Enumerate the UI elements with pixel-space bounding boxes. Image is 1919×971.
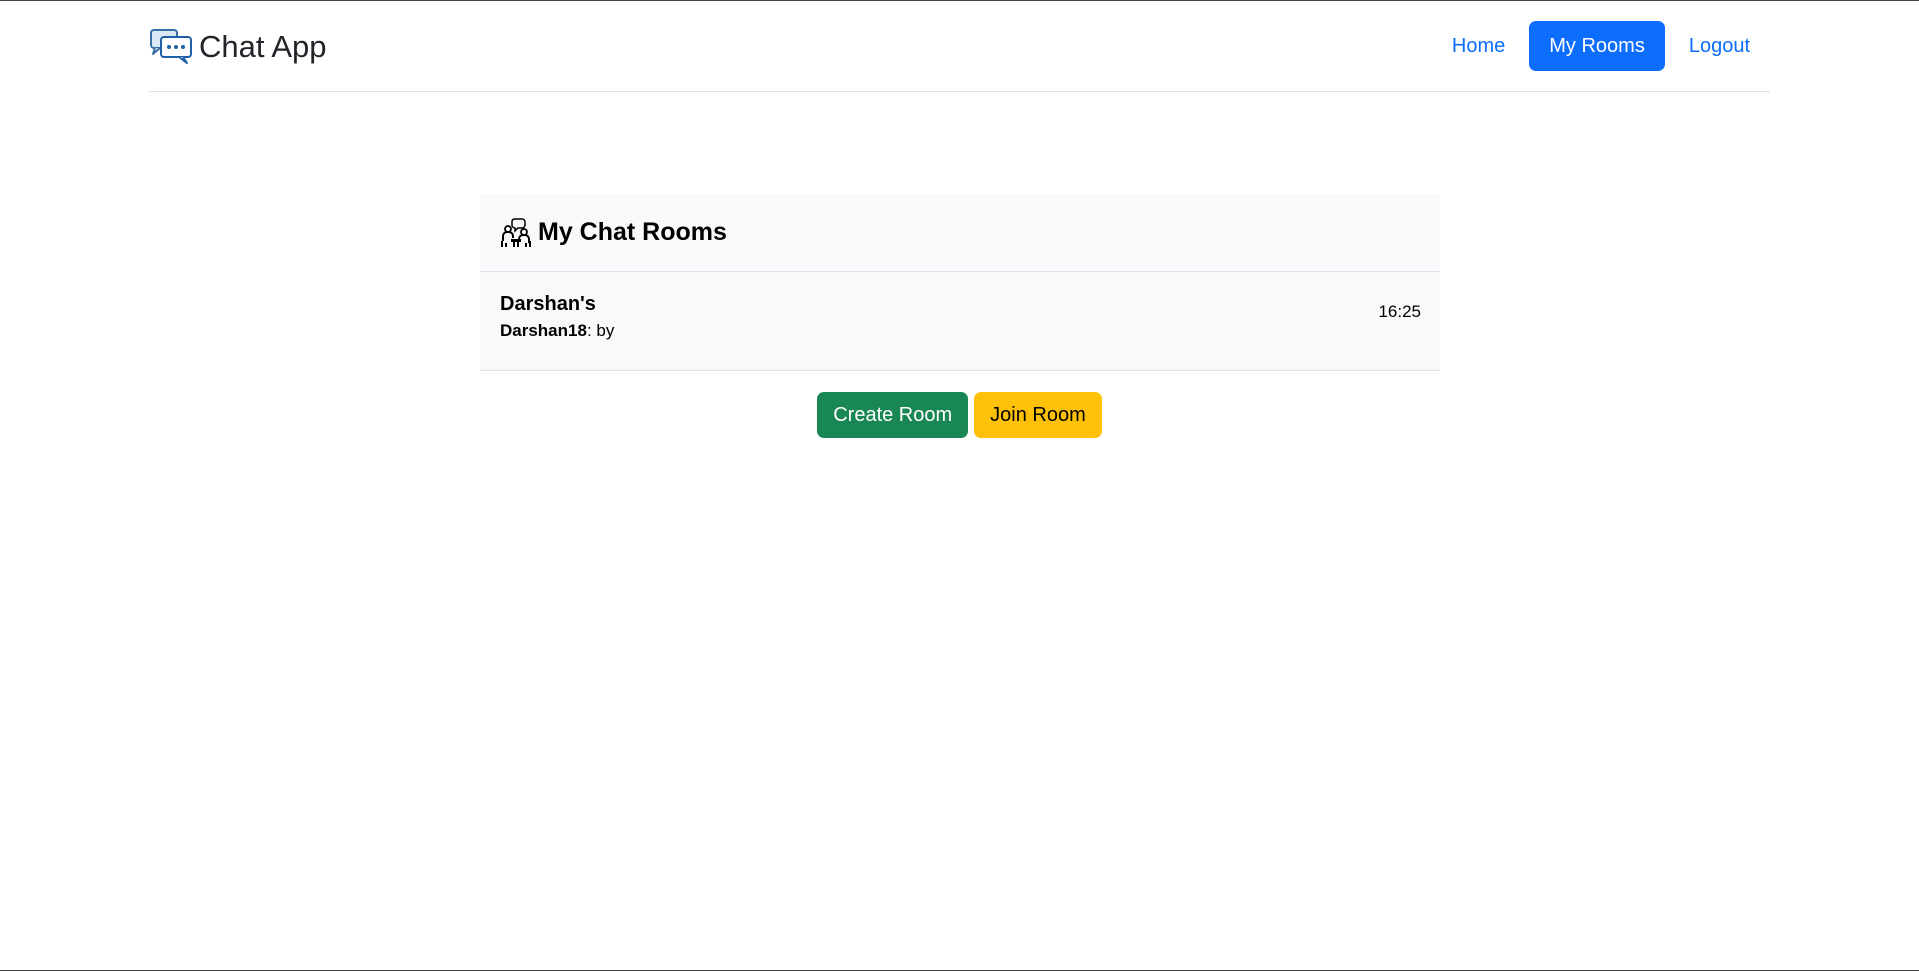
chat-bubbles-icon bbox=[150, 29, 192, 64]
rooms-card: My Chat Rooms Darshan's Darshan18: by 16… bbox=[480, 194, 1440, 371]
people-chatting-icon bbox=[501, 217, 531, 247]
room-actions: Create Room Join Room bbox=[0, 392, 1919, 438]
rooms-card-title: My Chat Rooms bbox=[538, 218, 727, 246]
room-last-message: Darshan18: by bbox=[500, 320, 1420, 342]
page: Chat App Home My Rooms Logout My Chat Ro… bbox=[0, 0, 1919, 971]
main-nav: Home My Rooms Logout bbox=[1432, 21, 1770, 71]
brand-link[interactable]: Chat App bbox=[149, 27, 327, 67]
room-last-sender: Darshan18 bbox=[500, 321, 587, 340]
room-last-text: : by bbox=[586, 321, 615, 340]
room-time: 16:25 bbox=[1378, 302, 1421, 321]
rooms-card-header: My Chat Rooms bbox=[480, 194, 1440, 272]
brand-name: Chat App bbox=[199, 29, 327, 64]
nav-my-rooms[interactable]: My Rooms bbox=[1529, 21, 1665, 71]
create-room-button[interactable]: Create Room bbox=[817, 392, 969, 438]
navbar: Chat App Home My Rooms Logout bbox=[149, 1, 1770, 92]
room-list-item[interactable]: Darshan's Darshan18: by 16:25 bbox=[480, 272, 1440, 370]
nav-home[interactable]: Home bbox=[1432, 21, 1525, 71]
nav-logout[interactable]: Logout bbox=[1669, 21, 1770, 71]
join-room-button[interactable]: Join Room bbox=[974, 392, 1102, 438]
room-name: Darshan's bbox=[500, 293, 596, 315]
